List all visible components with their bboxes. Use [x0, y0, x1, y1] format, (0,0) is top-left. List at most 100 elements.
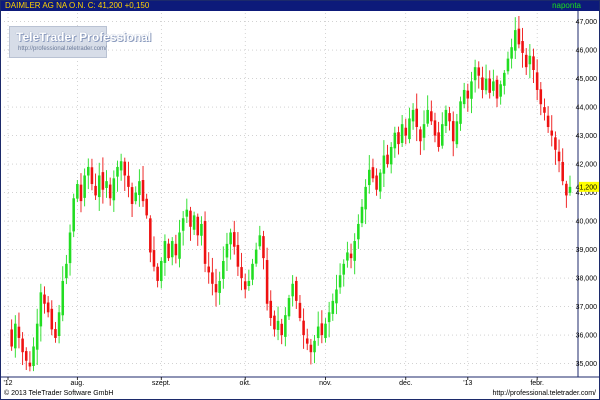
y-tick-label: 35,000 — [576, 361, 598, 368]
candle-body — [440, 124, 444, 146]
candle-body — [389, 146, 393, 165]
candle-body — [455, 121, 459, 145]
candle-body — [550, 130, 554, 136]
candle-body — [265, 260, 269, 304]
candle-body — [90, 167, 94, 185]
candle-body — [236, 244, 240, 267]
candle-body — [400, 124, 404, 143]
candle-body — [495, 79, 499, 99]
candle-body — [167, 243, 170, 259]
candle-body — [134, 192, 138, 202]
chart-plot-area[interactable]: 35,000 36,000 37,000 38,000 39,000 40,000 41,0… — [1, 11, 599, 388]
candle-body — [68, 232, 72, 264]
teletrader-logo: TeleTrader Professional http://professio… — [9, 26, 151, 58]
candle-body — [499, 84, 502, 97]
candle-body — [156, 266, 159, 281]
candle-body — [543, 107, 546, 113]
candle-body — [382, 155, 386, 174]
candle-body — [320, 323, 324, 336]
candle-body — [54, 329, 57, 338]
y-tick-label: 46,000 — [576, 48, 598, 55]
candle-body — [225, 243, 229, 258]
candle-body — [517, 28, 521, 45]
price-chart-svg[interactable]: 35,00036,00037,00038,00039,00040,00041,0… — [1, 11, 599, 388]
candle-body — [232, 232, 236, 247]
logo-url: http://professional.teletrader.com/ — [18, 46, 107, 52]
candle-body — [181, 218, 185, 231]
candle-body — [513, 30, 517, 51]
candle-body — [28, 362, 32, 367]
candle-body — [159, 260, 163, 282]
x-tick-label: aug. — [71, 380, 85, 387]
candle-body — [492, 81, 495, 91]
candle-body — [108, 184, 112, 199]
candle-body — [360, 206, 364, 224]
candle-body — [10, 329, 13, 347]
y-tick-label: 39,000 — [576, 247, 598, 254]
candle-body — [419, 129, 422, 142]
candle-body — [174, 243, 178, 256]
candle-body — [287, 298, 291, 317]
candle-body — [349, 253, 353, 259]
candle-body — [185, 209, 189, 217]
candle-body — [149, 218, 152, 253]
y-tick-label: 42,000 — [576, 162, 598, 169]
candle-body — [528, 55, 532, 65]
candle-body — [430, 111, 433, 122]
chart-footer: © 2013 TeleTrader Software GmbH http://p… — [1, 388, 599, 399]
candle-body — [368, 169, 371, 186]
candle-body — [262, 236, 265, 259]
candle-body — [222, 260, 225, 279]
candle-body — [386, 154, 389, 165]
x-tick-label: okt. — [240, 380, 251, 387]
x-tick-label: '13 — [463, 380, 472, 387]
candle-body — [411, 109, 415, 122]
candle-body — [298, 302, 302, 318]
candle-body — [76, 184, 79, 199]
candle-body — [258, 235, 262, 247]
candle-body — [229, 232, 232, 245]
candle-body — [138, 181, 141, 196]
candle-body — [309, 344, 313, 353]
candle-body — [561, 161, 564, 182]
candle-body — [240, 267, 243, 279]
candle-body — [284, 315, 287, 337]
candle-body — [72, 198, 75, 232]
candle-body — [466, 90, 470, 99]
candle-body — [141, 180, 145, 202]
candle-body — [87, 166, 90, 176]
chart-period[interactable]: naponta — [552, 1, 581, 11]
candle-body — [444, 109, 448, 126]
candle-body — [503, 72, 506, 86]
candle-body — [459, 101, 462, 124]
candle-body — [32, 346, 35, 367]
candle-body — [397, 132, 400, 145]
candle-body — [473, 67, 477, 81]
candle-body — [196, 216, 200, 236]
x-tick-label: nov. — [319, 380, 332, 387]
candle-body — [313, 340, 316, 353]
candle-body — [200, 223, 203, 236]
candle-body — [481, 77, 484, 90]
candle-body — [203, 221, 207, 264]
candle-body — [506, 58, 510, 72]
chart-title-bar: DAIMLER AG NA O.N. C: 41,200 +0,150 napo… — [1, 1, 599, 11]
candle-body — [39, 292, 43, 327]
candle-body — [145, 198, 148, 216]
footer-url-link[interactable]: http://professional.teletrader.com/ — [493, 388, 597, 399]
candle-body — [276, 320, 280, 330]
candle-body — [477, 67, 481, 76]
candle-body — [207, 266, 210, 273]
candle-body — [535, 72, 539, 90]
candle-body — [83, 175, 86, 198]
candle-body — [408, 118, 411, 140]
candle-body — [211, 272, 214, 284]
candle-body — [152, 250, 156, 267]
candle-body — [189, 210, 192, 227]
candle-body — [364, 186, 367, 210]
candle-body — [342, 263, 346, 275]
y-tick-label: 40,000 — [576, 219, 598, 226]
candle-body — [127, 175, 130, 187]
candle-body — [422, 124, 426, 138]
candle-body — [61, 280, 65, 316]
